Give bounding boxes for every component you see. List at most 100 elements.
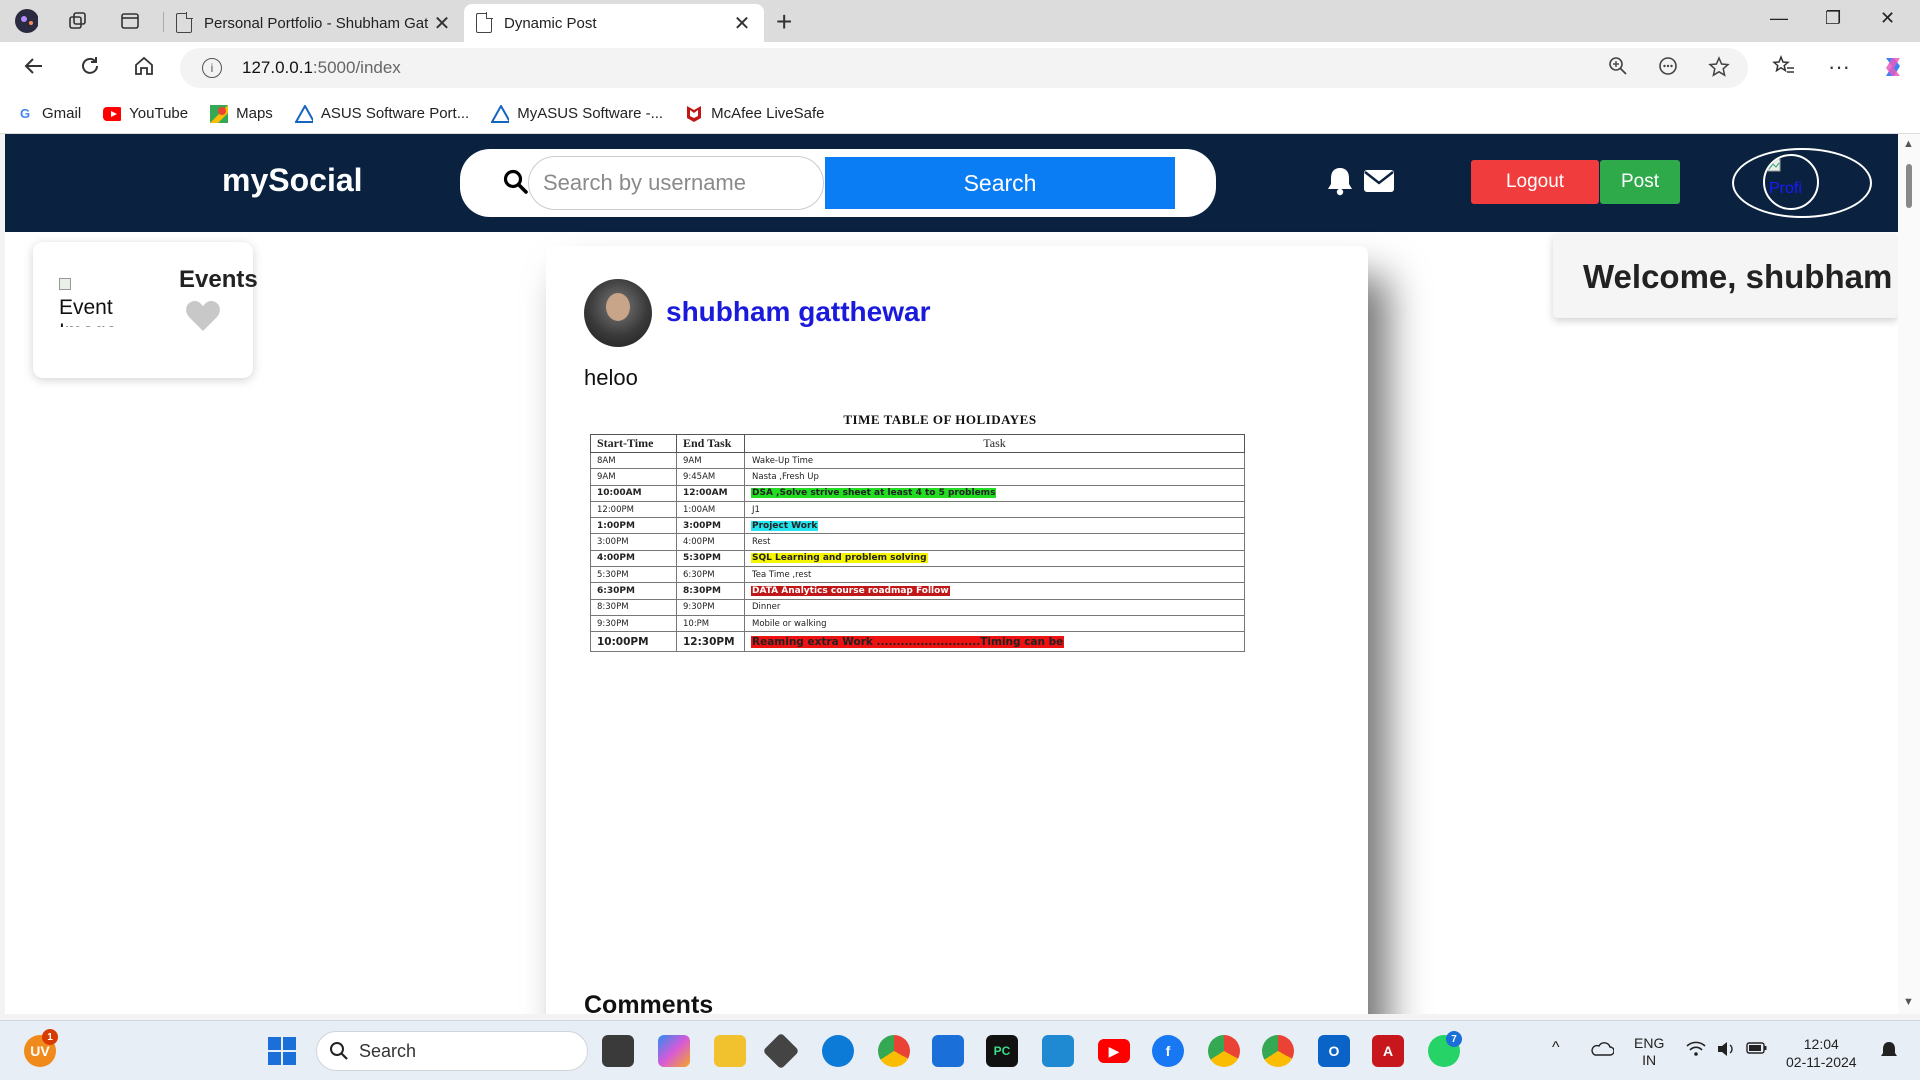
bookmark-asus[interactable]: ASUS Software Port...	[294, 104, 469, 123]
chrome-profile-icon[interactable]	[1208, 1035, 1240, 1067]
microsoft-store-icon[interactable]	[932, 1035, 964, 1067]
cell-end-time: 9:30PM	[676, 598, 745, 616]
cell-task: Tea Time ,rest	[744, 566, 1245, 584]
windows-start-icon[interactable]	[266, 1035, 298, 1067]
scroll-up-icon[interactable]: ▲	[1903, 138, 1914, 150]
bookmark-mcafee[interactable]: McAfee LiveSafe	[685, 105, 824, 123]
google-icon: G	[19, 106, 31, 121]
events-image-alt: Event Image	[59, 296, 117, 327]
file-explorer-icon[interactable]	[714, 1035, 746, 1067]
home-icon[interactable]	[132, 54, 156, 85]
profile-menu[interactable]: Profi	[1732, 148, 1872, 218]
chrome-icon[interactable]	[878, 1035, 910, 1067]
cell-end-time: 8:30PM	[676, 582, 745, 600]
scroll-down-icon[interactable]: ▼	[1903, 996, 1914, 1008]
close-tab-icon[interactable]: ✕	[732, 11, 752, 36]
new-tab-icon[interactable]: +	[776, 6, 792, 38]
cell-task: DSA ,Solve strive sheet at least 4 to 5 …	[744, 484, 1245, 502]
close-tab-icon[interactable]: ✕	[432, 11, 452, 36]
language-indicator[interactable]: ENG IN	[1634, 1035, 1664, 1069]
acrobat-icon[interactable]: A	[1372, 1035, 1404, 1067]
timetable-row: 10:00PM 12:30PM Reaming extra Work .......…	[590, 631, 1245, 653]
search-input[interactable]	[528, 156, 824, 210]
cell-start-time: 8:30PM	[590, 598, 677, 616]
reload-icon[interactable]	[78, 54, 102, 85]
notification-center-icon[interactable]	[1880, 1041, 1898, 1062]
cell-end-time: 9:45AM	[676, 468, 745, 486]
language-code: ENG	[1634, 1035, 1665, 1051]
wifi-icon[interactable]	[1686, 1041, 1706, 1060]
events-card[interactable]: Event Image Events	[33, 242, 258, 378]
copilot-app-icon[interactable]	[658, 1035, 690, 1067]
clock[interactable]: 12:04 02-11-2024	[1786, 1035, 1857, 1071]
workspaces-icon[interactable]	[66, 9, 90, 33]
bookmark-myasus[interactable]: MyASUS Software -...	[491, 104, 663, 123]
facebook-icon[interactable]: f	[1152, 1035, 1184, 1067]
read-aloud-icon[interactable]	[1658, 56, 1678, 84]
vertical-tabs-icon[interactable]	[118, 9, 142, 33]
cell-start-time: 4:00PM	[590, 549, 677, 568]
taskbar-search[interactable]: Search	[316, 1031, 588, 1071]
copilot-icon[interactable]	[1880, 54, 1906, 86]
page-scrollbar[interactable]: ▲ ▼	[1898, 134, 1920, 1014]
chrome-profile-2-icon[interactable]	[1262, 1035, 1294, 1067]
welcome-card: Welcome, shubham	[1553, 234, 1898, 318]
tab-title: Dynamic Post	[504, 14, 597, 32]
zoom-icon[interactable]	[1608, 56, 1628, 84]
heart-icon[interactable]	[185, 300, 221, 332]
more-options-icon[interactable]: ···	[1828, 54, 1850, 80]
app-navbar: mySocial Search Logout Post Profi	[5, 134, 1898, 232]
task-text: Project Work	[751, 520, 819, 531]
timetable-row: 1:00PM 3:00PM Project Work	[590, 517, 1245, 535]
post-button[interactable]: Post	[1600, 160, 1680, 204]
timetable-row: 4:00PM 5:30PM SQL Learning and problem sol…	[590, 549, 1245, 568]
bookmark-gmail[interactable]: G Gmail	[16, 105, 81, 123]
cell-task: Mobile or walking	[744, 614, 1245, 633]
author-avatar[interactable]	[584, 279, 652, 347]
bookmark-maps[interactable]: Maps	[210, 104, 273, 123]
edge-browser-icon[interactable]	[822, 1035, 854, 1067]
post-author-name[interactable]: shubham gatthewar	[666, 296, 930, 328]
app-logo[interactable]: mySocial	[222, 162, 363, 199]
cell-task: Project Work	[744, 517, 1245, 535]
search-button[interactable]: Search	[825, 157, 1175, 209]
minimize-icon[interactable]: —	[1770, 8, 1788, 29]
bookmark-label: YouTube	[129, 105, 189, 122]
tab-dynamic-post[interactable]: Dynamic Post ✕	[464, 4, 764, 42]
outlook-icon[interactable]: O	[1318, 1035, 1350, 1067]
page-viewport: mySocial Search Logout Post Profi Event …	[5, 134, 1898, 1014]
show-hidden-icons[interactable]: ^	[1552, 1039, 1560, 1057]
maps-icon	[210, 104, 229, 123]
restore-icon[interactable]: ❐	[1825, 8, 1841, 29]
profile-avatar-icon[interactable]	[14, 9, 38, 33]
onedrive-icon[interactable]	[1590, 1041, 1615, 1060]
clock-time: 12:04	[1803, 1036, 1839, 1052]
task-text: Wake-Up Time	[752, 455, 814, 466]
favorite-star-icon[interactable]	[1708, 56, 1730, 84]
task-text: Mobile or walking	[752, 618, 827, 629]
scroll-thumb[interactable]	[1906, 164, 1912, 208]
mail-icon[interactable]	[1364, 170, 1394, 192]
back-icon[interactable]	[22, 54, 46, 85]
volume-icon[interactable]	[1716, 1041, 1736, 1060]
logout-button[interactable]: Logout	[1471, 160, 1599, 204]
tab-personal-portfolio[interactable]: Personal Portfolio - Shubham Gat ✕	[164, 4, 464, 42]
cell-start-time: 12:00PM	[590, 500, 677, 519]
bookmark-youtube[interactable]: YouTube	[103, 105, 188, 123]
vscode-icon[interactable]	[1042, 1035, 1074, 1067]
timetable-row: 6:30PM 8:30PM DATA Analytics course roadma…	[590, 582, 1245, 600]
cell-task: DATA Analytics course roadmap Follow	[744, 582, 1245, 600]
header-task: Task	[744, 434, 1245, 453]
battery-icon[interactable]	[1746, 1041, 1768, 1058]
notification-bell-icon[interactable]	[1326, 166, 1354, 196]
favorites-icon[interactable]	[1772, 54, 1796, 84]
pycharm-icon[interactable]: PC	[986, 1035, 1018, 1067]
task-view-icon[interactable]	[602, 1035, 634, 1067]
cell-task: Rest	[744, 533, 1245, 551]
site-info-icon[interactable]: i	[202, 58, 222, 78]
youtube-app-icon[interactable]: ▶	[1098, 1039, 1130, 1063]
app-cube-icon[interactable]	[762, 1032, 800, 1070]
url-field[interactable]: i 127.0.0.1:5000/index	[180, 48, 1748, 88]
cell-start-time: 10:00PM	[590, 631, 677, 653]
close-window-icon[interactable]: ✕	[1880, 8, 1895, 29]
